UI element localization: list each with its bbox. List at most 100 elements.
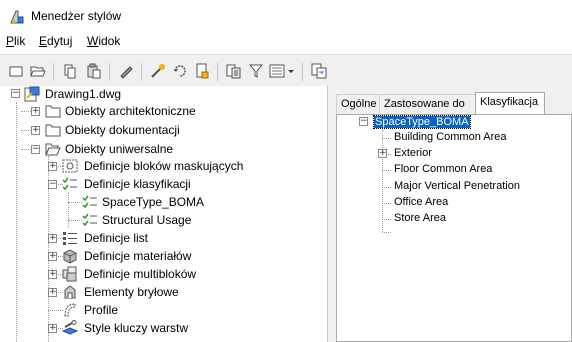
filter-button[interactable] xyxy=(246,61,266,81)
classification-office-area[interactable]: Office Area xyxy=(394,196,448,208)
tree-item-architectural-objects[interactable]: Obiekty architektoniczne xyxy=(65,104,196,118)
tree-item-classification-definitions[interactable]: Definicje klasyfikacji xyxy=(84,177,191,191)
tab-classification[interactable]: Klasyfikacja xyxy=(475,92,545,114)
tab-general[interactable]: Ogólne xyxy=(336,94,380,113)
menu-edytuj-rest: dytuj xyxy=(47,34,73,48)
material-icon xyxy=(63,249,77,264)
paste-icon xyxy=(87,63,101,79)
toolbar-separator xyxy=(302,63,303,81)
root-collapse-toggle[interactable]: − xyxy=(11,89,20,98)
tree-line xyxy=(382,203,391,204)
purge-icon xyxy=(174,65,186,77)
expand-toggle[interactable]: + xyxy=(31,126,40,135)
tree-line xyxy=(68,202,82,203)
open-drawing-button[interactable] xyxy=(28,61,48,81)
tree-item-multiblock-definitions[interactable]: Definicje multibloków xyxy=(84,267,196,281)
classification-icon xyxy=(62,177,77,191)
classification-major-vertical-penetration[interactable]: Major Vertical Penetration xyxy=(394,180,520,192)
menu-plik[interactable]: Plik xyxy=(6,34,25,48)
expand-toggle[interactable]: + xyxy=(48,270,57,279)
tree-item-mass-elements[interactable]: Elementy bryłowe xyxy=(84,285,179,299)
expand-toggle[interactable]: + xyxy=(31,107,40,116)
tree-line xyxy=(382,219,391,220)
style-tree-pane: − Drawing1.dwg + Obiekty architektoniczn… xyxy=(0,86,328,342)
tree-line xyxy=(382,138,391,139)
tree-item-material-definitions[interactable]: Definicje materiałów xyxy=(84,249,191,263)
properties-pane: Ogólne Zastosowane do Klasyfikacja − Spa… xyxy=(328,86,572,342)
tree-item-structural-usage[interactable]: Structural Usage xyxy=(102,213,191,227)
profile-icon xyxy=(64,303,76,317)
inline-edit-button[interactable] xyxy=(224,61,244,81)
purge-styles-button[interactable] xyxy=(170,61,190,81)
tree-item-layer-key-styles[interactable]: Style kluczy warstw xyxy=(84,321,188,335)
menu-widok-accel: W xyxy=(87,34,99,48)
list-view-icon xyxy=(269,64,294,78)
folder-icon xyxy=(45,105,61,118)
classification-root-collapse-toggle[interactable]: − xyxy=(359,117,368,126)
toggle-view-button[interactable] xyxy=(192,61,212,81)
wand-icon xyxy=(151,64,165,78)
tree-item-list-definitions[interactable]: Definicje list xyxy=(84,231,148,245)
edit-pen-icon xyxy=(120,66,133,79)
menu-plik-rest: lik xyxy=(14,34,26,48)
classification-floor-common-area[interactable]: Floor Common Area xyxy=(394,163,492,175)
edit-style-button[interactable] xyxy=(116,61,136,81)
copy-button[interactable] xyxy=(60,61,80,81)
menu-edytuj[interactable]: Edytuj xyxy=(39,34,72,48)
tree-item-mask-block-definitions[interactable]: Definicje bloków maskujących xyxy=(84,159,243,173)
expand-toggle[interactable]: + xyxy=(48,288,57,297)
document-warning-icon xyxy=(196,63,209,79)
tree-line xyxy=(68,192,69,228)
menu-edytuj-accel: E xyxy=(39,34,48,48)
toolbar-separator xyxy=(217,63,218,81)
classification-exterior[interactable]: Exterior xyxy=(394,147,432,159)
tree-line xyxy=(48,310,63,311)
set-from-button[interactable] xyxy=(148,61,168,81)
tree-line xyxy=(68,220,82,221)
classification-icon xyxy=(82,213,97,227)
classification-root-spacetype-boma[interactable]: SpaceType_BOMA xyxy=(373,115,471,129)
tab-applies-to[interactable]: Zastosowane do xyxy=(379,94,476,113)
paste-button[interactable] xyxy=(84,61,104,81)
expand-toggle[interactable]: + xyxy=(48,252,57,261)
mass-element-icon xyxy=(64,285,76,299)
expand-toggle[interactable]: + xyxy=(378,149,387,158)
toolbar-separator xyxy=(53,63,54,81)
collapse-toggle[interactable]: − xyxy=(31,145,40,154)
title-bar: Menedżer stylów xyxy=(0,0,572,32)
tree-item-profiles[interactable]: Profile xyxy=(84,303,118,317)
menu-bar: Plik Edytuj Widok xyxy=(0,32,572,54)
expand-toggle[interactable]: + xyxy=(48,234,57,243)
tree-item-multipurpose-objects[interactable]: Obiekty uniwersalne xyxy=(65,142,173,156)
view-options-dropdown[interactable] xyxy=(268,61,296,81)
copy-icon xyxy=(64,64,76,79)
classification-icon xyxy=(82,195,97,209)
menu-widok-rest: idok xyxy=(98,34,121,48)
tree-item-spacetype-boma[interactable]: SpaceType_BOMA xyxy=(102,195,204,209)
expand-toggle[interactable]: + xyxy=(48,162,57,171)
mask-block-icon xyxy=(62,159,78,173)
classification-building-common-area[interactable]: Building Common Area xyxy=(394,131,507,143)
toolbar-separator xyxy=(141,63,142,81)
new-drawing-button[interactable] xyxy=(6,61,26,81)
filter-icon xyxy=(248,64,264,78)
tree-root-drawing[interactable]: Drawing1.dwg xyxy=(45,87,121,101)
new-file-icon xyxy=(9,66,23,77)
tree-line xyxy=(382,232,391,233)
tree-item-documentation-objects[interactable]: Obiekty dokumentacji xyxy=(65,123,180,137)
folder-open-icon xyxy=(45,143,61,156)
menu-plik-accel: P xyxy=(6,34,15,48)
classification-tab-panel: − SpaceType_BOMA Building Common Area + … xyxy=(336,114,572,342)
drawing-file-icon xyxy=(24,86,40,102)
toolbar xyxy=(0,54,572,87)
tree-line xyxy=(382,170,391,171)
collapse-toggle[interactable]: − xyxy=(48,180,57,189)
layer-key-icon xyxy=(62,320,78,335)
classification-store-area[interactable]: Store Area xyxy=(394,212,446,224)
manage-styles-button[interactable] xyxy=(309,61,329,81)
toolbar-separator xyxy=(109,63,110,81)
menu-widok[interactable]: Widok xyxy=(87,34,120,48)
expand-toggle[interactable]: + xyxy=(48,324,57,333)
document-list-icon xyxy=(226,64,241,79)
tree-line xyxy=(382,187,391,188)
